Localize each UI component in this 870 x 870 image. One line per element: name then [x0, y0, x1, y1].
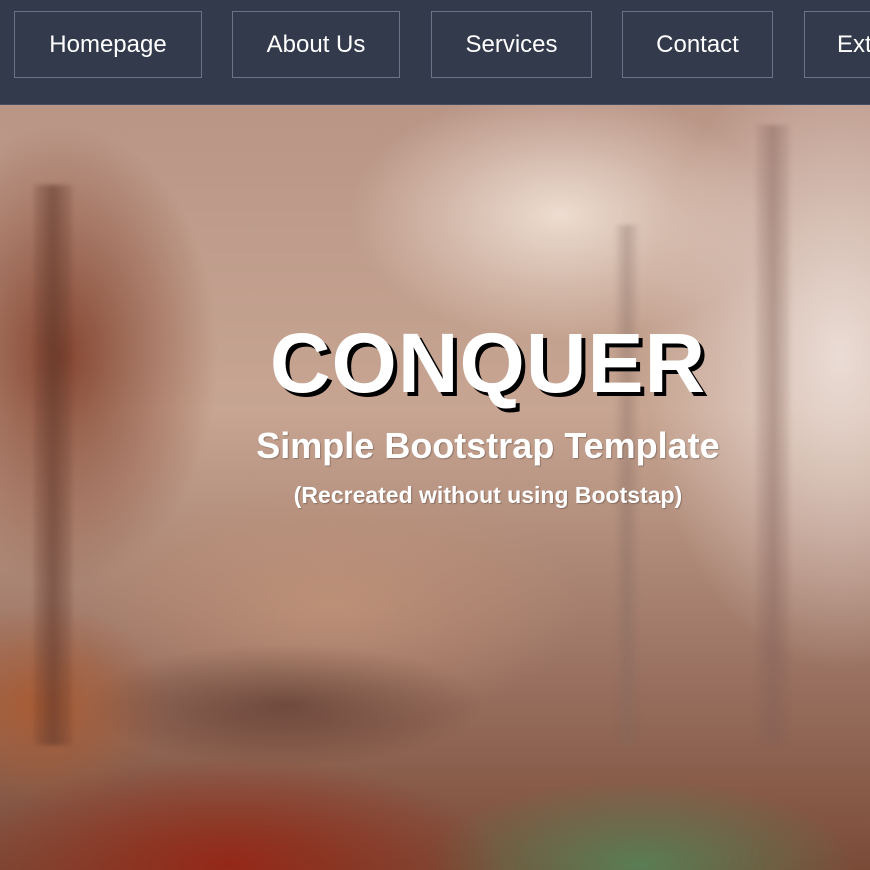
hero-subtitle: Simple Bootstrap Template — [256, 425, 720, 466]
hero-note: (Recreated without using Bootstap) — [293, 482, 683, 508]
page: Homepage About Us Services Contact Ext C… — [0, 0, 870, 870]
tree-trunk-left — [34, 185, 72, 745]
nav-item-contact[interactable]: Contact — [622, 11, 773, 78]
nav-item-about-us[interactable]: About Us — [232, 11, 400, 78]
hero-section: CONQUER Simple Bootstrap Template (Recre… — [0, 105, 870, 870]
nav-item-services[interactable]: Services — [431, 11, 592, 78]
hero-title: CONQUER — [269, 316, 707, 410]
nav-item-homepage[interactable]: Homepage — [14, 11, 202, 78]
top-navbar: Homepage About Us Services Contact Ext — [0, 0, 870, 105]
forest-path-shadow — [90, 645, 480, 765]
nav-item-partial[interactable]: Ext — [804, 11, 870, 78]
